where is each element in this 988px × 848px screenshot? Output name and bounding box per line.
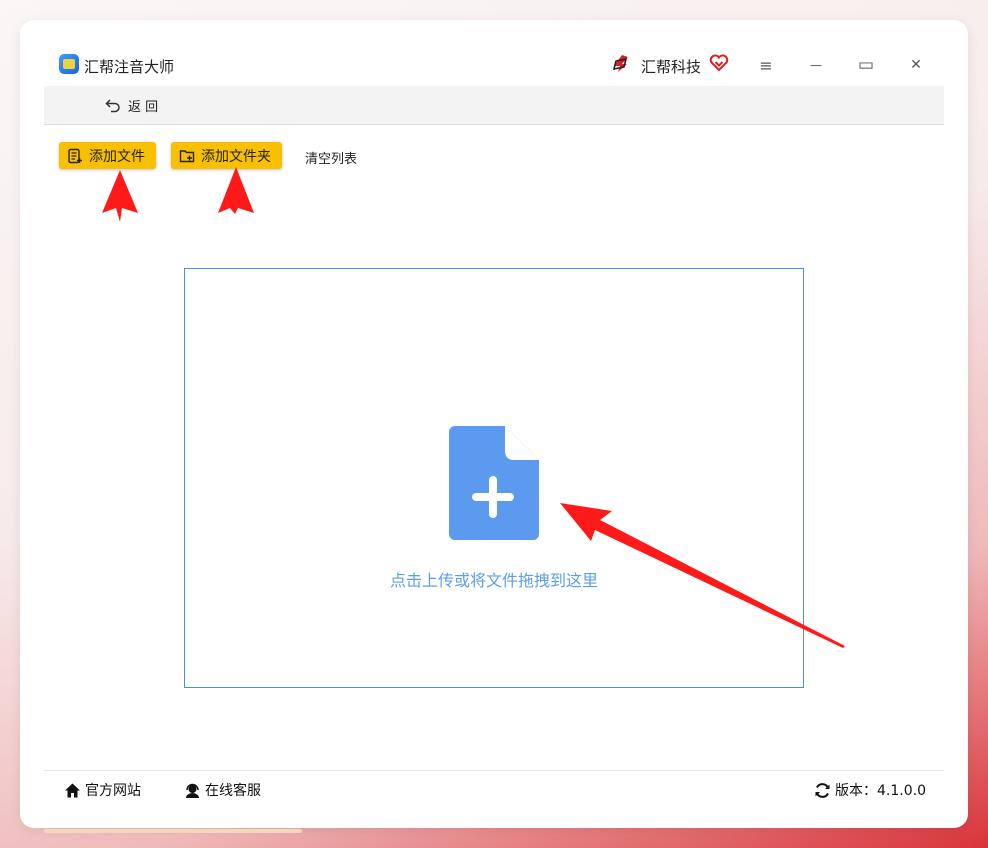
official-site-label: 官方网站 (85, 783, 141, 799)
online-support-label: 在线客服 (205, 783, 261, 799)
app-logo-icon (59, 54, 79, 74)
menu-button[interactable]: ≡ (752, 52, 780, 78)
refresh-icon (815, 782, 830, 798)
app-title: 汇帮注音大师 (84, 58, 175, 76)
official-site-link[interactable]: 官方网站 (64, 780, 141, 800)
nav-bar: 返 回 (44, 86, 944, 125)
brand-name: 汇帮科技 (641, 58, 702, 76)
close-button[interactable]: ✕ (902, 52, 930, 78)
brand-logo-icon (612, 55, 628, 72)
add-folder-label: 添加文件夹 (201, 148, 271, 165)
minimize-button[interactable]: — (802, 52, 830, 78)
add-file-button[interactable]: 添加文件 (59, 142, 156, 169)
maximize-icon: ▭ (857, 55, 875, 75)
home-icon (65, 783, 80, 797)
version-label: 版本：4.1.0.0 (835, 783, 926, 799)
progress-line (44, 829, 302, 833)
back-button[interactable]: 返 回 (104, 95, 158, 115)
minimize-icon: — (810, 58, 822, 72)
clear-list-button[interactable]: 清空列表 (305, 148, 357, 167)
folder-plus-icon (179, 149, 195, 162)
status-bar: 官方网站 在线客服 版本：4.1.0.0 (44, 770, 944, 805)
add-folder-button[interactable]: 添加文件夹 (171, 142, 282, 169)
headset-icon (186, 783, 199, 798)
title-bar: 汇帮注音大师 汇帮科技 ≡ — ▭ ✕ (44, 44, 944, 86)
version-info[interactable]: 版本：4.1.0.0 (814, 780, 926, 800)
close-icon: ✕ (910, 57, 922, 73)
online-support-link[interactable]: 在线客服 (184, 780, 261, 800)
app-window: 汇帮注音大师 汇帮科技 ≡ — ▭ ✕ 返 回 添加文件 添加文件夹 清空列表 … (44, 44, 944, 805)
heart-icon[interactable] (709, 53, 729, 73)
drop-hint-text: 点击上传或将文件拖拽到这里 (389, 571, 598, 590)
back-label: 返 回 (128, 99, 159, 115)
maximize-button[interactable]: ▭ (852, 52, 880, 78)
menu-icon: ≡ (759, 55, 773, 75)
add-file-icon[interactable] (449, 426, 539, 540)
add-file-label: 添加文件 (89, 148, 145, 165)
back-arrow-icon (105, 99, 120, 113)
file-drop-zone[interactable]: 点击上传或将文件拖拽到这里 (184, 268, 804, 688)
file-list-icon (68, 148, 82, 163)
